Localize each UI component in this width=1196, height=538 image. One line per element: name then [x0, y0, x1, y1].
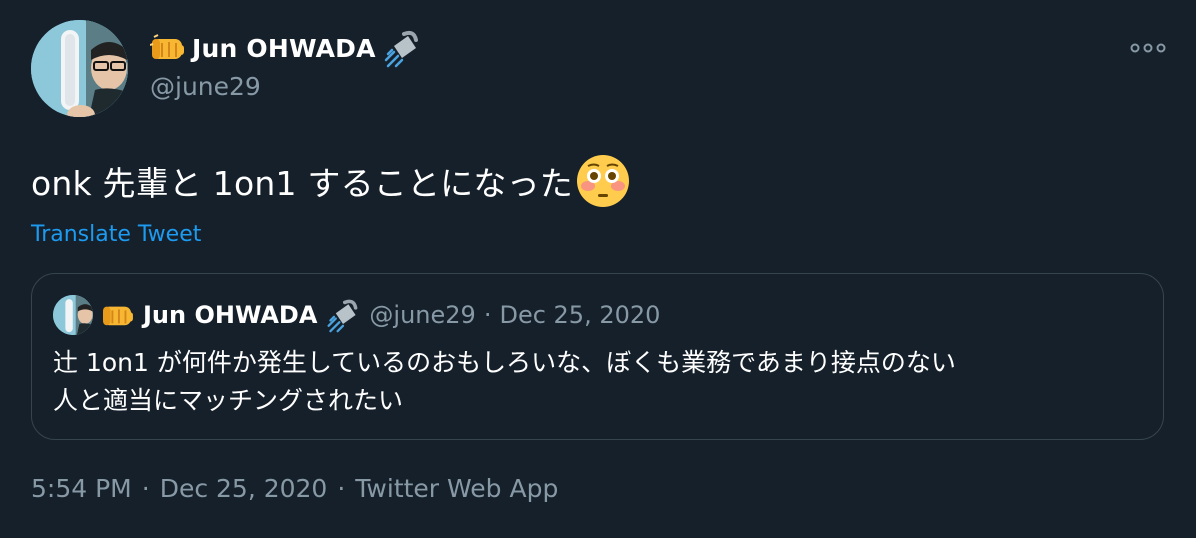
oncoming-fist-icon — [103, 306, 133, 326]
quote-text-line-2: 人と適当にマッチングされたい — [53, 386, 404, 415]
avatar[interactable] — [31, 20, 128, 117]
avatar-photo — [31, 20, 128, 117]
more-horizontal-icon[interactable] — [1128, 38, 1168, 58]
quote-date: Dec 25, 2020 — [499, 301, 661, 329]
quote-avatar-photo — [53, 295, 93, 335]
tweet-meta: 5:54 PM · Dec 25, 2020 · Twitter Web App — [31, 474, 558, 503]
quote-author-name: Jun OHWADA — [143, 301, 318, 329]
meta-separator: · — [141, 474, 150, 503]
quote-text: 辻 1on1 が何件か発生しているのおもしろいな、ぼくも業務であまり接点のない … — [53, 344, 1133, 420]
tweet-time[interactable]: 5:54 PM — [31, 474, 132, 503]
quote-header: Jun OHWADA @june29 · Dec 25, 2020 — [53, 294, 660, 336]
quote-separator: · — [483, 301, 492, 329]
author-handle[interactable]: @june29 — [150, 72, 261, 101]
tweet-card: Jun OHWADA @june29 onk 先輩と 1on1 することになった — [0, 0, 1196, 538]
oncoming-fist-icon — [150, 34, 184, 59]
author-name-row[interactable]: Jun OHWADA — [150, 30, 422, 68]
shower-icon — [327, 299, 358, 333]
quote-author-handle: @june29 — [369, 301, 476, 329]
tweet-source[interactable]: Twitter Web App — [355, 474, 558, 503]
quote-text-line-1: 辻 1on1 が何件か発生しているのおもしろいな、ぼくも業務であまり接点のない — [53, 348, 956, 377]
tweet-date[interactable]: Dec 25, 2020 — [160, 474, 328, 503]
tweet-text: onk 先輩と 1on1 することになった — [31, 152, 632, 210]
shower-icon — [384, 30, 418, 68]
quoted-tweet[interactable]: Jun OHWADA @june29 · Dec 25, 2020 辻 1on1… — [31, 273, 1164, 440]
quote-avatar — [53, 295, 93, 335]
tweet-body: onk 先輩と 1on1 することになった — [31, 164, 573, 203]
author-name: Jun OHWADA — [192, 33, 376, 63]
flushed-face-icon — [576, 155, 629, 207]
meta-separator: · — [337, 474, 346, 503]
translate-tweet-link[interactable]: Translate Tweet — [31, 222, 201, 247]
